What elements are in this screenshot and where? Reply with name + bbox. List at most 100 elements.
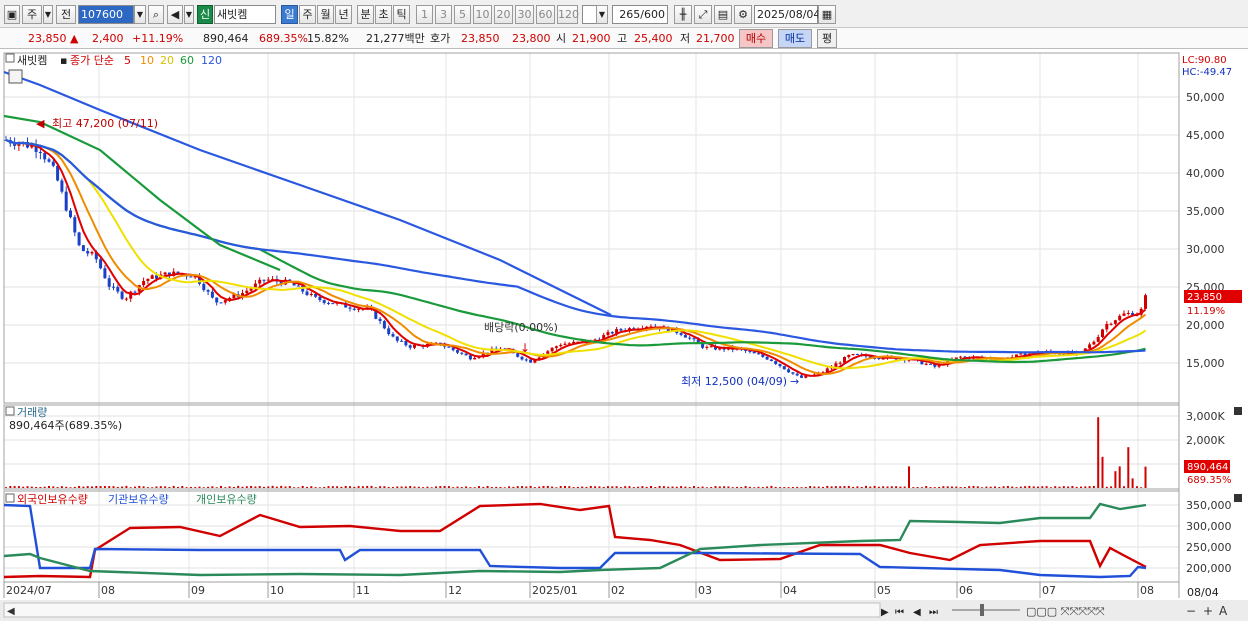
volume-bar xyxy=(994,486,996,488)
scroll-first-icon[interactable]: ⏮ xyxy=(895,607,904,618)
tab-daily[interactable]: 일 xyxy=(281,5,298,24)
volume-bar xyxy=(189,486,192,488)
ma-5-label: 5 xyxy=(124,54,131,67)
gear-icon[interactable]: ⚙ xyxy=(734,5,752,24)
volume-bar xyxy=(1075,486,1078,488)
stock-code-input[interactable]: 107600 xyxy=(78,5,134,24)
scroll-last-icon[interactable]: ⏭ xyxy=(929,607,938,618)
volume-bar xyxy=(1114,471,1117,488)
tab-tick[interactable]: 틱 xyxy=(393,5,410,24)
volume-bar xyxy=(456,486,459,488)
interval-30[interactable]: 30 xyxy=(515,5,534,24)
chevron-down-icon[interactable]: ▼ xyxy=(596,5,608,24)
stock-name-field[interactable]: 새빗켐 xyxy=(214,5,276,24)
volume-bar xyxy=(1045,486,1048,488)
chevron-down-icon[interactable]: ▼ xyxy=(184,5,194,24)
volume-bar xyxy=(538,486,541,488)
volume-bar xyxy=(718,486,721,488)
candle-body xyxy=(116,287,120,292)
x-tick-label: 09 xyxy=(191,584,205,597)
volume-bar xyxy=(723,486,726,488)
volume-bar xyxy=(1135,486,1138,488)
date-input[interactable]: 2025/08/04 xyxy=(754,5,820,24)
window-menu-icon[interactable]: ▣ xyxy=(4,5,20,24)
period-prefix-dropdown[interactable]: 주 xyxy=(22,5,42,24)
volume-bar xyxy=(873,485,876,488)
volume-bar xyxy=(460,487,463,488)
volume-bar xyxy=(546,485,549,488)
tab-weekly[interactable]: 주 xyxy=(299,5,316,24)
toolbar-icons-strip[interactable]: ▢▢▢ ⤧⤧⤧⤧⤧ xyxy=(1026,605,1105,618)
volume-bar xyxy=(340,486,343,488)
volume-bar xyxy=(250,485,253,488)
volume-bar xyxy=(1002,486,1005,488)
panel-close-icon[interactable] xyxy=(1234,494,1242,502)
candle-type-icon[interactable]: ╫ xyxy=(674,5,692,24)
interval-10[interactable]: 10 xyxy=(473,5,492,24)
volume-bar xyxy=(1105,486,1108,488)
draw-tool-icon[interactable]: ⤢ xyxy=(694,5,712,24)
candle-body xyxy=(395,336,399,341)
candle-body xyxy=(331,303,335,305)
interval-120[interactable]: 120 xyxy=(557,5,579,24)
horizontal-scrollbar[interactable] xyxy=(3,602,881,618)
candle-body xyxy=(219,302,223,304)
scroll-prev-icon[interactable]: ◀ xyxy=(913,607,921,618)
tab-monthly[interactable]: 월 xyxy=(317,5,334,24)
volume-bar xyxy=(82,486,85,488)
zoom-in-icon[interactable]: + xyxy=(1203,604,1213,618)
volume-bar xyxy=(1088,486,1091,488)
save-icon[interactable]: ▤ xyxy=(714,5,732,24)
tab-second[interactable]: 초 xyxy=(375,5,392,24)
volume-bar xyxy=(787,487,790,488)
interval-20[interactable]: 20 xyxy=(494,5,513,24)
tab-yearly[interactable]: 년 xyxy=(335,5,352,24)
high-note: 최고 47,200 (07/11) xyxy=(52,117,158,130)
interval-60[interactable]: 60 xyxy=(536,5,555,24)
interval-5[interactable]: 5 xyxy=(454,5,471,24)
scroll-right-icon[interactable]: ▶ xyxy=(881,607,889,618)
tab-minute[interactable]: 분 xyxy=(357,5,374,24)
buy-button[interactable]: 매수 xyxy=(739,29,773,48)
bar-count-field[interactable]: 265/600 xyxy=(612,5,668,24)
tab-label: 월 xyxy=(320,8,331,21)
volume-bar xyxy=(641,486,644,488)
zoom-out-icon[interactable]: − xyxy=(1186,604,1196,618)
volume-bar xyxy=(396,486,399,488)
auto-scale-icon[interactable]: A xyxy=(1219,604,1228,618)
calculator-icon[interactable] xyxy=(8,69,23,84)
candle-body xyxy=(206,290,210,292)
volume-bar xyxy=(237,485,240,488)
dividend-note: 배당락(0.00%) xyxy=(484,321,558,334)
candle-body xyxy=(77,232,81,246)
volume-bar xyxy=(981,487,984,488)
zoom-slider-handle[interactable] xyxy=(980,604,984,616)
candle-body xyxy=(38,151,42,154)
interval-1[interactable]: 1 xyxy=(416,5,433,24)
volume-bar xyxy=(508,486,511,488)
volume-bar xyxy=(138,485,141,488)
chevron-down-icon[interactable]: ▼ xyxy=(43,5,53,24)
calendar-icon[interactable]: ▦ xyxy=(818,5,836,24)
volume-bar xyxy=(1062,486,1065,488)
hc-label: HC:-49.47 xyxy=(1182,67,1232,78)
candle-body xyxy=(1096,337,1100,342)
eval-button[interactable]: 평 xyxy=(817,29,837,48)
panel-close-icon[interactable] xyxy=(1234,407,1242,415)
code-dropdown-icon[interactable]: ▼ xyxy=(134,5,146,24)
scroll-left-icon[interactable]: ◀ xyxy=(7,606,15,617)
sell-button[interactable]: 매도 xyxy=(778,29,812,48)
volume-bar xyxy=(220,486,222,488)
stock-chart[interactable]: 50,00045,00040,00035,00030,00025,00020,0… xyxy=(0,49,1248,621)
volume-bar xyxy=(392,487,394,488)
speaker-icon[interactable]: ◀ xyxy=(167,5,183,24)
prev-label: 전 xyxy=(60,8,72,21)
interval-3[interactable]: 3 xyxy=(435,5,452,24)
candle-body xyxy=(563,343,567,345)
search-icon[interactable]: ⌕ xyxy=(148,5,164,24)
candle-body xyxy=(1109,323,1113,325)
candle-body xyxy=(520,356,524,360)
prev-button[interactable]: 전 xyxy=(56,5,76,24)
volume-bar xyxy=(744,486,747,488)
volume-bar xyxy=(224,487,227,488)
